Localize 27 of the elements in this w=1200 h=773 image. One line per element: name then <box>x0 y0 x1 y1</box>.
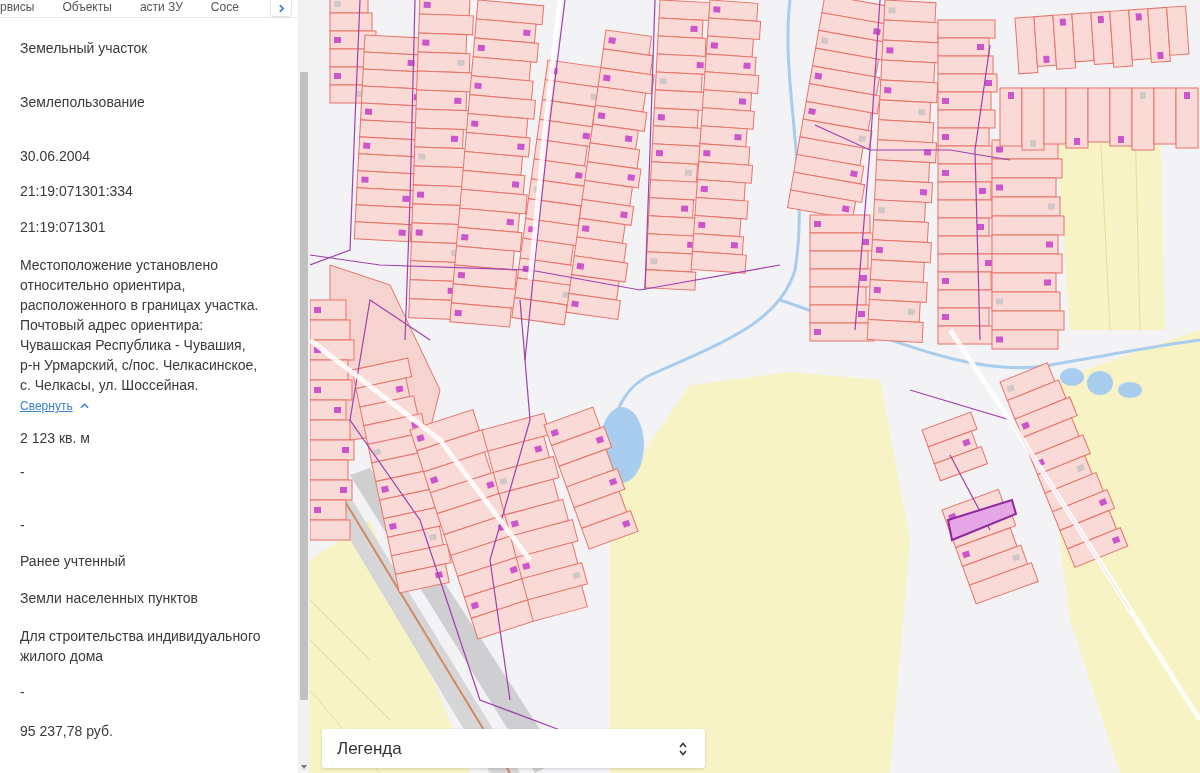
detail-value: 30.06.2004 <box>20 147 91 166</box>
tab[interactable]: Сосе <box>210 0 239 15</box>
tab[interactable]: Объекты <box>62 0 112 15</box>
detail-value: 95 237,78 руб. <box>20 722 113 741</box>
cadastral-map-drawing[interactable] <box>310 0 1200 773</box>
collapse-link[interactable]: Свернуть <box>20 398 89 414</box>
scroll-down-icon[interactable] <box>301 765 307 769</box>
scrollbar-thumb[interactable] <box>300 72 308 700</box>
detail-value: 2 123 кв. м <box>20 429 90 448</box>
scrollbar-track[interactable] <box>298 0 310 773</box>
chevron-right-icon <box>278 3 284 13</box>
detail-value: - <box>20 516 25 535</box>
detail-value: Землепользование <box>20 93 145 112</box>
tab[interactable]: асти ЗУ <box>139 0 183 15</box>
up-down-chevron-icon <box>679 741 687 756</box>
detail-value: Местоположение установлено относительно ориентира, расположенного в границах участка. Почтовый адрес ориентира: Чувашская Республика - Чувашия, р-н Урмарский, с/пос. Челкасинское, с. Челкасы, ул. Шоссейная. <box>20 256 259 395</box>
legend-dropdown[interactable]: Легенда <box>322 729 705 768</box>
detail-value: 21:19:071301:334 <box>20 182 133 201</box>
detail-value: Земли населенных пунктов <box>20 589 199 608</box>
scroll-tabs-button[interactable] <box>270 0 292 17</box>
tab[interactable]: рвисы <box>0 0 35 15</box>
detail-value: - <box>20 683 25 702</box>
detail-value: - <box>20 463 25 482</box>
detail-value: 21:19:071301 <box>20 218 106 237</box>
detail-value: Земельный участок <box>20 39 148 58</box>
detail-value: Для строительства индивидуального жилого дома <box>20 627 261 666</box>
detail-value: Ранее учтенный <box>20 552 126 571</box>
